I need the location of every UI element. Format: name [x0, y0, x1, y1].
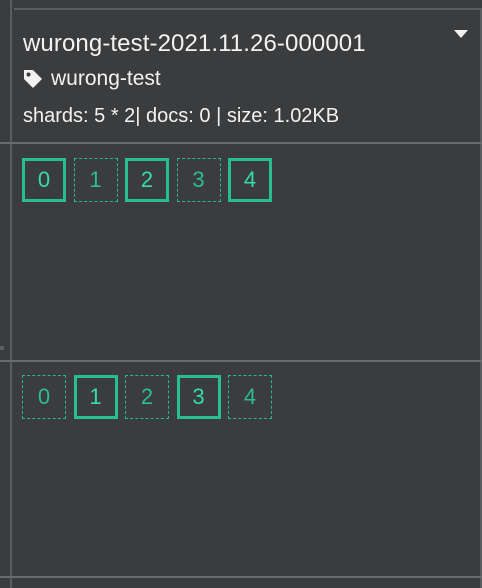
- replica-shard[interactable]: 2: [125, 375, 169, 419]
- replica-shard[interactable]: 4: [228, 375, 272, 419]
- gutter-marker: [0, 346, 4, 350]
- replica-shard[interactable]: 0: [22, 375, 66, 419]
- index-name[interactable]: wurong-test-2021.11.26-000001: [23, 30, 366, 58]
- divider: [0, 142, 482, 144]
- primary-shard[interactable]: 2: [125, 158, 169, 202]
- primary-shard[interactable]: 0: [22, 158, 66, 202]
- alias-row: wurong-test: [23, 66, 161, 92]
- node-gutter: [0, 0, 12, 588]
- primary-shard[interactable]: 1: [73, 375, 118, 419]
- caret-down-icon[interactable]: [454, 30, 468, 38]
- index-panel: wurong-test-2021.11.26-000001 wurong-tes…: [0, 0, 482, 588]
- replica-shard[interactable]: 3: [176, 158, 221, 202]
- replica-shard[interactable]: 1: [73, 158, 118, 202]
- node-shards: 01234: [22, 375, 280, 419]
- tag-icon: [23, 69, 43, 89]
- node-shards: 01234: [22, 158, 280, 202]
- divider: [0, 360, 482, 362]
- primary-shard[interactable]: 3: [176, 375, 221, 419]
- index-stats: shards: 5 * 2| docs: 0 | size: 1.02KB: [23, 105, 340, 127]
- panel-border-top: [12, 0, 482, 8]
- primary-shard[interactable]: 4: [228, 158, 272, 202]
- divider: [0, 576, 482, 578]
- index-header: wurong-test-2021.11.26-000001 wurong-tes…: [14, 8, 480, 142]
- alias-label[interactable]: wurong-test: [51, 67, 161, 91]
